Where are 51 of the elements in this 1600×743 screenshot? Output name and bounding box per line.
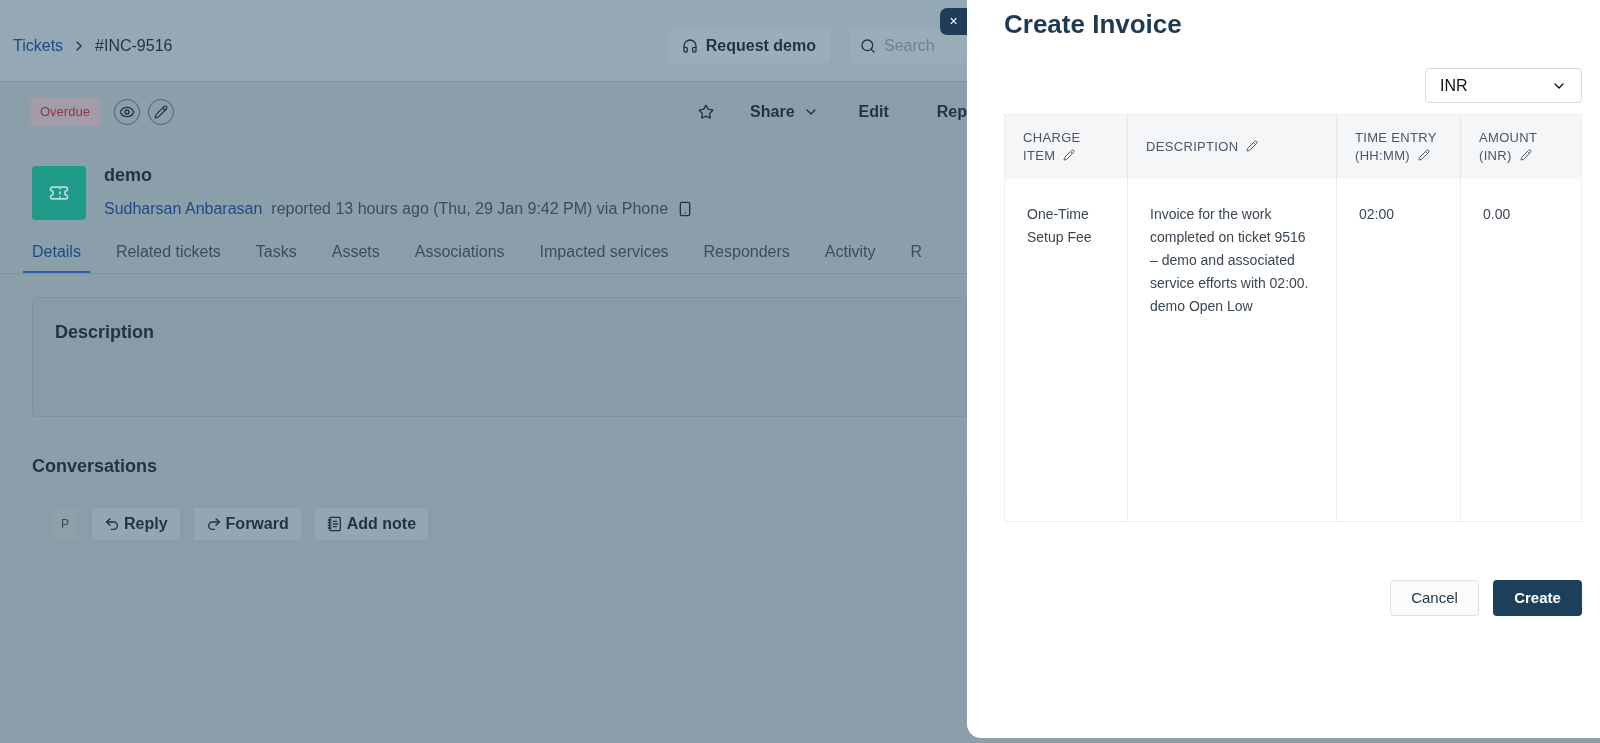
tab[interactable]: Associations	[405, 233, 514, 273]
tab[interactable]: Assets	[322, 233, 389, 273]
table-cell-text: 02:00	[1359, 205, 1396, 224]
table-cell-text: One-Time Setup Fee	[1027, 205, 1093, 247]
reported-text: reported 13 hours ago (Thu, 29 Jan 9:42 PM) via Phone	[271, 199, 669, 219]
reporter-link[interactable]: Sudharsan Anbarasan	[104, 197, 263, 221]
pencil-icon[interactable]	[1519, 149, 1532, 161]
status-badge: Overdue	[30, 98, 100, 126]
pencil-icon[interactable]	[1418, 149, 1430, 161]
tab[interactable]: Activity	[815, 233, 885, 273]
reply-button[interactable]: Reply	[92, 508, 180, 540]
eye-icon	[118, 104, 135, 120]
cancel-button[interactable]: Cancel	[1390, 580, 1479, 616]
report-button[interactable]: Rep	[928, 95, 967, 129]
column-header: AMOUNT (INR)	[1478, 129, 1539, 165]
conversations-heading: Conversations	[32, 455, 159, 478]
column-header: CHARGE ITEM	[1005, 115, 1128, 179]
star-icon	[698, 104, 715, 120]
note-icon	[326, 516, 343, 532]
tab[interactable]: R	[901, 233, 932, 273]
breadcrumb-link[interactable]: Tickets	[13, 33, 64, 58]
table-cell-text: 0.00	[1483, 205, 1512, 224]
tab[interactable]: Details	[23, 233, 90, 273]
tab[interactable]: Tasks	[246, 233, 306, 273]
tab[interactable]: Impacted services	[530, 233, 678, 273]
edit-button[interactable]: Edit	[850, 95, 897, 129]
close-button[interactable]: ×	[940, 8, 967, 35]
table-cell-text: Invoice for the work completed on ticket 9516 – demo and associated service efforts with 02:00. demo Open Low	[1150, 205, 1310, 316]
description-heading: Description	[55, 322, 155, 342]
note-button[interactable]: Add note	[314, 508, 429, 540]
request-demo-button[interactable]: Request demo	[667, 28, 830, 63]
currency-select[interactable]: INR	[1425, 68, 1582, 103]
user-avatar: P	[52, 509, 78, 539]
create-button[interactable]: Create	[1493, 580, 1582, 616]
tab[interactable]: Related tickets	[106, 233, 230, 273]
search-icon	[860, 37, 876, 54]
ticket-icon	[49, 183, 69, 203]
reply-icon	[104, 516, 120, 532]
dialog-title: Create Invoice	[1004, 8, 1183, 41]
pencil-icon[interactable]	[1063, 149, 1076, 161]
column-header: TIME ENTRY (HH:MM)	[1337, 115, 1461, 179]
ticket-id: #INC-9516	[95, 35, 173, 56]
tab[interactable]: Responders	[694, 233, 799, 273]
forward-button[interactable]: Forward	[193, 508, 301, 540]
pencil-icon	[153, 105, 168, 119]
ticket-title: demo	[104, 164, 153, 186]
column-header: DESCRIPTION	[1128, 115, 1337, 179]
headset-icon	[681, 37, 698, 54]
pencil-icon[interactable]	[1246, 140, 1259, 152]
forward-icon	[205, 516, 222, 532]
share-button[interactable]: Share	[742, 95, 827, 129]
